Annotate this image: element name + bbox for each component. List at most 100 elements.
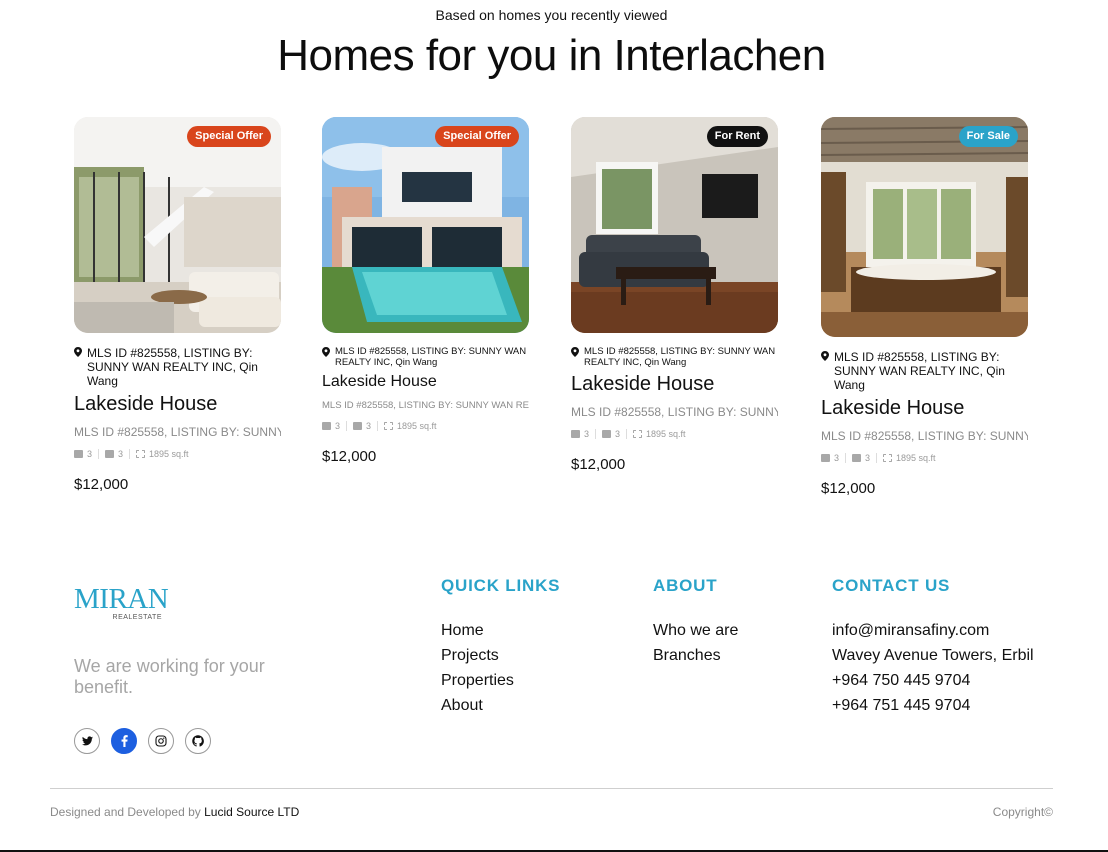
listing-stats: 3 3 1895 sq.ft	[571, 429, 779, 439]
bath-icon	[852, 454, 862, 462]
beds-stat: 3	[322, 421, 340, 431]
listing-photo[interactable]: Special Offer	[74, 117, 281, 333]
baths-stat: 3	[353, 421, 371, 431]
section-title: Homes for you in Interlachen	[277, 31, 826, 80]
bath-icon	[602, 430, 612, 438]
divider	[346, 421, 348, 431]
bed-icon	[74, 450, 83, 458]
footer-quick-links: QUICK LINKS Home Projects Properties Abo…	[441, 576, 560, 718]
divider	[876, 453, 878, 463]
footer-link-about[interactable]: About	[441, 693, 560, 718]
location-pin-icon	[322, 347, 330, 357]
location-pin-icon	[571, 347, 579, 357]
listing-photo[interactable]: For Sale	[821, 117, 1028, 337]
footer-contact: CONTACT US info@miransafiny.com Wavey Av…	[832, 576, 1034, 718]
listing-description: MLS ID #825558, LISTING BY: SUNNY WAN RE…	[571, 405, 778, 419]
area-stat: 1895 sq.ft	[633, 429, 686, 439]
bath-icon	[105, 450, 115, 458]
logo-wordmark: MIRAN	[74, 583, 169, 615]
footer-link-properties[interactable]: Properties	[441, 668, 560, 693]
listing-location-text: MLS ID #825558, LISTING BY: SUNNY WAN RE…	[87, 346, 258, 388]
listing-name[interactable]: Lakeside House	[821, 397, 1029, 420]
footer-link-home[interactable]: Home	[441, 618, 560, 643]
listing-name[interactable]: Lakeside House	[74, 393, 282, 416]
contact-address: Wavey Avenue Towers, Erbil	[832, 647, 1034, 664]
twitter-icon[interactable]	[74, 728, 100, 754]
baths-stat: 3	[602, 429, 620, 439]
listing-status-badge: For Sale	[958, 126, 1018, 147]
listing-card[interactable]: For Rent MLS ID #825558, LISTING BY: SUN…	[571, 117, 779, 473]
listing-stats: 3 3 1895 sq.ft	[322, 421, 530, 431]
about-heading: ABOUT	[653, 576, 718, 595]
recently-viewed-subtitle: Based on homes you recently viewed	[435, 7, 668, 23]
listing-location: MLS ID #825558, LISTING BY: SUNNY WAN RE…	[74, 346, 282, 388]
listing-location-text: MLS ID #825558, LISTING BY: SUNNY WAN RE…	[584, 346, 776, 368]
contact-phone-1[interactable]: +964 750 445 9704	[832, 668, 1034, 693]
listing-description: MLS ID #825558, LISTING BY: SUNNY WAN RE…	[322, 400, 529, 411]
credit-prefix: Designed and Developed by	[50, 805, 201, 819]
github-icon[interactable]	[185, 728, 211, 754]
listing-stats: 3 3 1895 sq.ft	[74, 449, 282, 459]
area-stat: 1895 sq.ft	[883, 453, 936, 463]
listing-photo[interactable]: Special Offer	[322, 117, 529, 333]
divider	[98, 449, 100, 459]
instagram-icon[interactable]	[148, 728, 174, 754]
footer-divider	[50, 788, 1053, 789]
beds-stat: 3	[821, 453, 839, 463]
listing-location-text: MLS ID #825558, LISTING BY: SUNNY WAN RE…	[834, 350, 1005, 392]
quick-links-heading: QUICK LINKS	[441, 576, 561, 595]
listing-photo[interactable]: For Rent	[571, 117, 778, 333]
listing-card[interactable]: Special Offer MLS ID #825558, LISTING BY…	[322, 117, 530, 465]
beds-stat: 3	[74, 449, 92, 459]
bath-icon	[353, 422, 363, 430]
divider	[626, 429, 628, 439]
area-icon	[883, 454, 893, 462]
contact-phone-2[interactable]: +964 751 445 9704	[832, 693, 1034, 718]
listing-price: $12,000	[821, 480, 876, 497]
area-stat: 1895 sq.ft	[136, 449, 189, 459]
listing-status-badge: For Rent	[706, 126, 768, 147]
divider	[129, 449, 131, 459]
divider	[377, 421, 379, 431]
facebook-icon[interactable]	[111, 728, 137, 754]
listing-price: $12,000	[74, 476, 129, 493]
footer-credit: Designed and Developed by Lucid Source L…	[50, 805, 299, 819]
footer-link-projects[interactable]: Projects	[441, 643, 560, 668]
listing-name[interactable]: Lakeside House	[322, 373, 530, 391]
listing-location-text: MLS ID #825558, LISTING BY: SUNNY WAN RE…	[335, 346, 527, 368]
credit-company-link[interactable]: Lucid Source LTD	[204, 805, 299, 819]
listing-location: MLS ID #825558, LISTING BY: SUNNY WAN RE…	[821, 350, 1029, 392]
footer-tagline: We are working for your benefit.	[74, 656, 265, 697]
social-links	[74, 728, 211, 754]
logo-subtitle: REALESTATE	[112, 614, 162, 621]
divider	[595, 429, 597, 439]
contact-email[interactable]: info@miransafiny.com	[832, 618, 1034, 643]
bed-icon	[322, 422, 331, 430]
listing-location: MLS ID #825558, LISTING BY: SUNNY WAN RE…	[322, 346, 530, 368]
listing-stats: 3 3 1895 sq.ft	[821, 453, 1029, 463]
footer-about: ABOUT Who we are Branches	[653, 576, 738, 668]
area-stat: 1895 sq.ft	[384, 421, 437, 431]
listing-name[interactable]: Lakeside House	[571, 373, 779, 396]
listing-status-badge: Special Offer	[187, 126, 271, 147]
beds-stat: 3	[571, 429, 589, 439]
area-icon	[384, 422, 394, 430]
listing-location: MLS ID #825558, LISTING BY: SUNNY WAN RE…	[571, 346, 779, 368]
bed-icon	[821, 454, 830, 462]
location-pin-icon	[74, 347, 82, 357]
listing-description: MLS ID #825558, LISTING BY: SUNNY WAN RE…	[821, 429, 1028, 443]
listing-price: $12,000	[571, 456, 626, 473]
footer-link-who-we-are[interactable]: Who we are	[653, 618, 738, 643]
divider	[845, 453, 847, 463]
footer-link-branches[interactable]: Branches	[653, 643, 738, 668]
area-icon	[633, 430, 643, 438]
footer-logo[interactable]: MIRAN REALESTATE	[74, 583, 169, 622]
baths-stat: 3	[852, 453, 870, 463]
listing-card[interactable]: For Sale MLS ID #825558, LISTING BY: SUN…	[821, 117, 1029, 497]
area-icon	[136, 450, 146, 458]
listing-status-badge: Special Offer	[435, 126, 519, 147]
bed-icon	[571, 430, 580, 438]
location-pin-icon	[821, 351, 829, 361]
baths-stat: 3	[105, 449, 123, 459]
listing-card[interactable]: Special Offer MLS ID #825558, LISTING BY…	[74, 117, 282, 493]
